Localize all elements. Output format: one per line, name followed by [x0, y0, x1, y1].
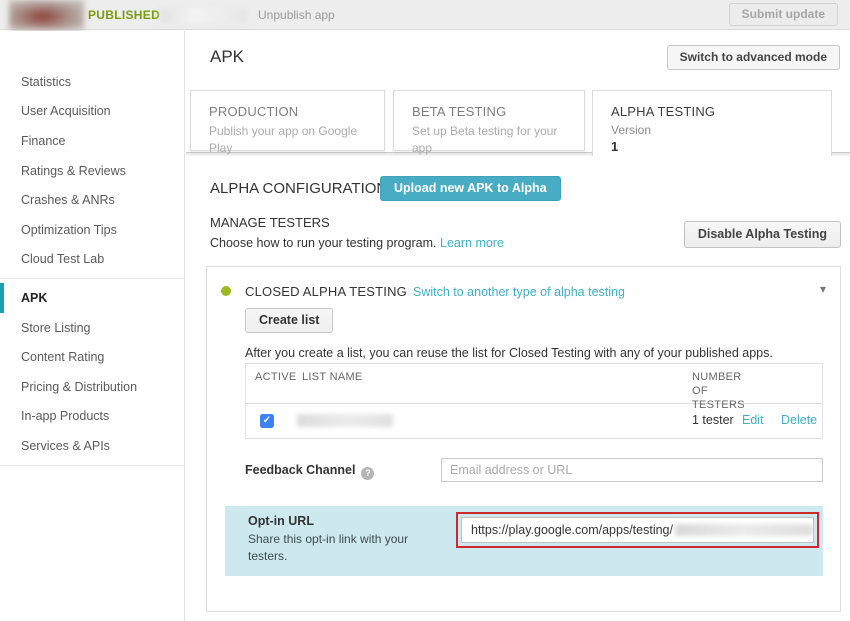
tab-alpha-title: ALPHA TESTING	[611, 104, 831, 119]
sidebar-item-cloud-test-lab[interactable]: Cloud Test Lab	[0, 245, 184, 275]
unpublish-app-link[interactable]: Unpublish app	[258, 0, 335, 30]
sidebar-item-finance[interactable]: Finance	[0, 126, 184, 156]
tab-production[interactable]: PRODUCTION Publish your app on Google Pl…	[190, 90, 385, 151]
create-list-button[interactable]: Create list	[245, 308, 333, 333]
red-highlight-annotation: https://play.google.com/apps/testing/	[456, 512, 819, 548]
app-name-redacted	[160, 8, 248, 23]
manage-testers-description: Choose how to run your testing program. …	[210, 236, 504, 250]
sidebar-item-user-acquisition[interactable]: User Acquisition	[0, 97, 184, 127]
learn-more-link[interactable]: Learn more	[440, 236, 504, 250]
disable-alpha-testing-button[interactable]: Disable Alpha Testing	[684, 221, 841, 248]
tab-beta-testing[interactable]: BETA TESTING Set up Beta testing for you…	[393, 90, 585, 151]
delete-link[interactable]: Delete	[781, 413, 817, 427]
sidebar-divider	[0, 278, 184, 279]
table-header: ACTIVE LIST NAME NUMBER OF TESTERS	[246, 364, 822, 404]
main-content: APK Switch to advanced mode PRODUCTION P…	[186, 31, 850, 621]
upload-new-apk-button[interactable]: Upload new APK to Alpha	[380, 176, 561, 201]
tab-beta-title: BETA TESTING	[412, 104, 584, 119]
reuse-list-note: After you create a list, you can reuse t…	[245, 346, 773, 360]
sidebar-item-apk[interactable]: APK	[0, 283, 184, 313]
tab-production-subtitle: Publish your app on Google Play	[209, 123, 369, 158]
switch-testing-type-link[interactable]: Switch to another type of alpha testing	[413, 285, 625, 299]
column-header-active: ACTIVE	[255, 371, 297, 383]
page-title: APK	[210, 47, 244, 67]
tab-production-title: PRODUCTION	[209, 104, 384, 119]
sidebar-item-optimization-tips[interactable]: Optimization Tips	[0, 215, 184, 245]
switch-advanced-mode-button[interactable]: Switch to advanced mode	[667, 45, 840, 70]
tab-beta-subtitle: Set up Beta testing for your app	[412, 123, 572, 158]
sidebar-item-in-app-products[interactable]: In-app Products	[0, 402, 184, 432]
opt-in-url-section: Opt-in URL Share this opt-in link with y…	[225, 506, 823, 576]
help-icon[interactable]: ?	[361, 467, 374, 480]
feedback-channel-label: Feedback Channel?	[245, 463, 374, 480]
table-row: ✓ 1 tester Edit Delete	[246, 404, 822, 438]
edit-link[interactable]: Edit	[742, 413, 764, 427]
sidebar-item-store-listing[interactable]: Store Listing	[0, 313, 184, 343]
closed-alpha-panel: CLOSED ALPHA TESTING Switch to another t…	[206, 266, 841, 612]
manage-testers-text: Choose how to run your testing program.	[210, 236, 437, 250]
top-bar: PUBLISHED Unpublish app Submit update	[0, 0, 850, 30]
published-status-badge: PUBLISHED	[88, 0, 160, 30]
play-console-apk-page: PUBLISHED Unpublish app Submit update St…	[0, 0, 850, 621]
opt-in-url-description: Share this opt-in link with your testers…	[248, 531, 438, 566]
app-icon	[9, 0, 84, 30]
sidebar-item-services-apis[interactable]: Services & APIs	[0, 431, 184, 461]
tab-alpha-testing[interactable]: ALPHA TESTING Version 1	[592, 90, 832, 156]
sidebar-item-statistics[interactable]: Statistics	[0, 67, 184, 97]
opt-in-url-label: Opt-in URL	[248, 514, 314, 528]
feedback-channel-input[interactable]	[441, 458, 823, 482]
sidebar-item-ratings-reviews[interactable]: Ratings & Reviews	[0, 156, 184, 186]
tab-alpha-version-value: 1	[611, 139, 831, 154]
status-dot-icon	[221, 286, 231, 296]
opt-in-url-value: https://play.google.com/apps/testing/	[471, 523, 673, 537]
sidebar: Statistics User Acquisition Finance Rati…	[0, 31, 185, 621]
testers-table: ACTIVE LIST NAME NUMBER OF TESTERS ✓ 1 t…	[245, 363, 823, 439]
testers-count: 1 tester	[692, 413, 734, 427]
list-name-redacted	[297, 414, 393, 427]
alpha-configuration-heading: ALPHA CONFIGURATION	[210, 180, 387, 197]
opt-in-url-field[interactable]: https://play.google.com/apps/testing/	[461, 517, 814, 543]
sidebar-item-pricing-distribution[interactable]: Pricing & Distribution	[0, 372, 184, 402]
sidebar-divider	[0, 465, 184, 466]
closed-alpha-title: CLOSED ALPHA TESTING	[245, 284, 407, 299]
chevron-down-icon[interactable]: ▾	[820, 282, 826, 296]
column-header-list-name: LIST NAME	[302, 371, 363, 383]
submit-update-button[interactable]: Submit update	[729, 3, 838, 26]
active-checkbox[interactable]: ✓	[260, 414, 274, 428]
manage-testers-heading: MANAGE TESTERS	[210, 215, 330, 230]
sidebar-item-content-rating[interactable]: Content Rating	[0, 342, 184, 372]
opt-in-url-redacted	[675, 524, 813, 536]
tab-alpha-version-label: Version	[611, 123, 831, 137]
sidebar-item-crashes-anrs[interactable]: Crashes & ANRs	[0, 185, 184, 215]
feedback-channel-text: Feedback Channel	[245, 463, 355, 477]
